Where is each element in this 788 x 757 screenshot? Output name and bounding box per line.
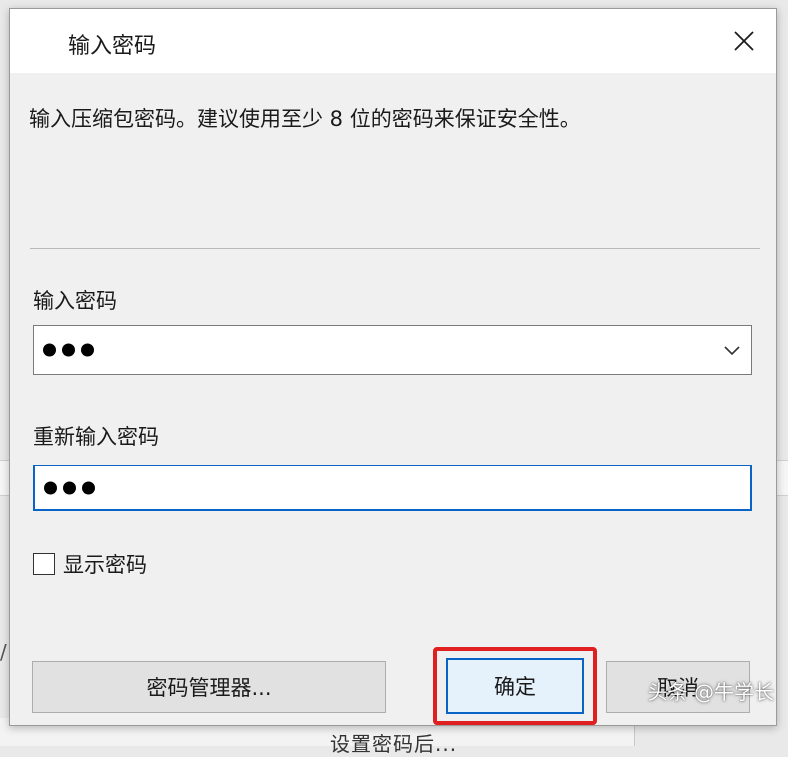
password-manager-button[interactable]: 密码管理器... — [32, 661, 386, 713]
close-button[interactable] — [712, 9, 776, 73]
dialog-body: 输入压缩包密码。建议使用至少 8 位的密码来保证安全性。 输入密码 重新输入密码 — [10, 73, 776, 725]
watermark: 头条 @牛学长 — [647, 680, 774, 704]
password-combobox[interactable] — [33, 325, 752, 375]
password-dots — [43, 343, 94, 357]
ok-button[interactable]: 确定 — [446, 658, 584, 714]
background-bottom-text: 设置密码后... — [330, 732, 458, 756]
show-password-row[interactable]: 显示密码 — [33, 549, 147, 579]
password-dot — [82, 481, 95, 494]
close-icon — [734, 31, 754, 51]
title-bar: 输入密码 — [10, 9, 776, 73]
background-edge-text: / — [0, 640, 7, 664]
password-dot — [63, 481, 76, 494]
password-dot — [81, 343, 94, 357]
dialog-description: 输入压缩包密码。建议使用至少 8 位的密码来保证安全性。 — [29, 107, 581, 131]
chevron-down-icon[interactable] — [721, 339, 743, 361]
show-password-checkbox[interactable] — [33, 553, 55, 575]
password-dialog: 输入密码 输入压缩包密码。建议使用至少 8 位的密码来保证安全性。 输入密码 重… — [9, 8, 777, 726]
show-password-label: 显示密码 — [63, 553, 147, 577]
password-dot — [62, 343, 75, 357]
confirm-password-dots — [44, 481, 95, 494]
password-dot — [44, 481, 57, 494]
password-label: 输入密码 — [33, 289, 117, 313]
dialog-title: 输入密码 — [68, 34, 157, 59]
confirm-password-label: 重新输入密码 — [33, 425, 159, 449]
confirm-password-field[interactable] — [33, 465, 752, 511]
divider — [30, 248, 760, 249]
password-dot — [43, 343, 56, 357]
